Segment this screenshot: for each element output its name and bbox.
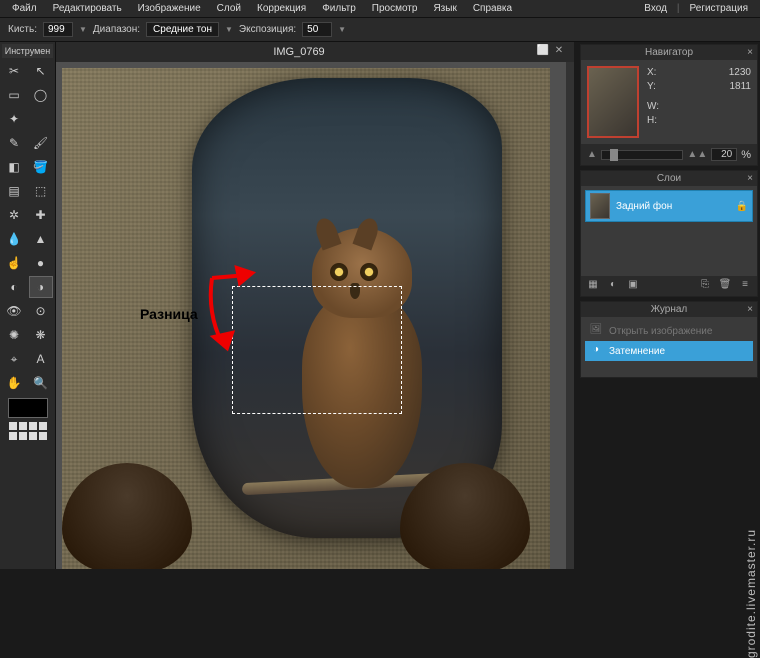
menu-adjust[interactable]: Коррекция — [249, 3, 314, 14]
layers-title[interactable]: Слои × — [581, 171, 757, 186]
image-icon: 🖼 — [589, 324, 603, 338]
tool-type[interactable]: A — [29, 348, 53, 370]
exposure-value[interactable]: 50 — [302, 22, 332, 37]
zoom-value[interactable]: 20 — [711, 148, 737, 161]
range-select[interactable]: Средние тон — [146, 22, 219, 37]
panels: Навигатор × X:1230 Y:1811 W: H: ▲ ▲▲ 20 … — [574, 42, 760, 569]
duplicate-icon[interactable]: ⎘ — [697, 279, 713, 293]
tool-marquee[interactable]: ▭ — [2, 84, 26, 106]
tool-hand[interactable]: ✋ — [2, 372, 26, 394]
new-layer-icon[interactable]: ▦ — [585, 279, 601, 293]
menu-view[interactable]: Просмотр — [364, 3, 426, 14]
history-item-burn[interactable]: ◑ Затемнение — [585, 341, 753, 361]
annotation-label: Разница — [140, 306, 198, 322]
layer-item-background[interactable]: Задний фон 🔒 — [585, 190, 753, 222]
chevron-down-icon[interactable]: ▼ — [79, 25, 87, 34]
menu-icon[interactable]: ≡ — [737, 279, 753, 293]
history-item-open[interactable]: 🖼 Открыть изображение — [585, 321, 753, 341]
tool-zoom[interactable]: 🔍 — [29, 372, 53, 394]
tool-eye[interactable]: 👁 — [2, 300, 26, 322]
tool-clone[interactable]: ⬚ — [29, 180, 53, 202]
tool-smudge[interactable]: ☝ — [2, 252, 26, 274]
menu-file[interactable]: Файл — [4, 3, 45, 14]
trash-icon[interactable]: 🗑 — [717, 279, 733, 293]
navigator-info: X:1230 Y:1811 W: H: — [647, 66, 751, 138]
tool-bloat[interactable]: ❋ — [29, 324, 53, 346]
tool-bucket[interactable]: 🪣 — [29, 156, 53, 178]
navigator-thumbnail[interactable] — [587, 66, 639, 138]
layer-thumbnail — [590, 193, 610, 219]
menubar: Файл Редактировать Изображение Слой Корр… — [0, 0, 760, 18]
zoom-slider[interactable] — [601, 150, 684, 160]
document-title: IMG_0769 — [273, 46, 324, 58]
close-icon[interactable]: × — [747, 304, 753, 315]
brush-size[interactable]: 999 — [43, 22, 73, 37]
navigator-panel: Навигатор × X:1230 Y:1811 W: H: ▲ ▲▲ 20 … — [580, 44, 758, 166]
menu-edit[interactable]: Редактировать — [45, 3, 130, 14]
tool-crop[interactable]: ✂ — [2, 60, 26, 82]
foreground-color[interactable] — [8, 398, 48, 418]
image: Разница — [62, 68, 550, 569]
menu-layer[interactable]: Слой — [209, 3, 249, 14]
annotation-arrow — [202, 263, 262, 353]
close-icon[interactable]: × — [747, 47, 753, 58]
tool-picker[interactable]: ⌖ — [2, 348, 26, 370]
scrollbar-vertical[interactable] — [566, 62, 574, 569]
tool-heal[interactable]: ✚ — [29, 204, 53, 226]
maximize-icon[interactable]: ⬜ — [536, 45, 550, 59]
layer-name: Задний фон — [616, 201, 730, 212]
tool-redeye[interactable]: ⊙ — [29, 300, 53, 322]
register-link[interactable]: Регистрация — [682, 3, 756, 14]
toolbox: Инструмен ✂↖▭◯✦✎🖌◧🪣▤⬚✲✚💧▲☝●◐◑👁⊙✺❋⌖A✋🔍 — [0, 42, 56, 569]
tool-blur[interactable]: 💧 — [2, 228, 26, 250]
history-panel: Журнал × 🖼 Открыть изображение ◑ Затемне… — [580, 301, 758, 378]
lock-icon[interactable]: 🔒 — [736, 201, 748, 212]
exposure-label: Экспозиция: — [239, 24, 296, 35]
tool-burn[interactable]: ◑ — [29, 276, 53, 298]
tool-sponge[interactable]: ● — [29, 252, 53, 274]
zoom-in-icon[interactable]: ▲▲ — [687, 149, 707, 160]
options-bar: Кисть: 999 ▼ Диапазон: Средние тон ▼ Экс… — [0, 18, 760, 42]
canvas-area: IMG_0769 ⬜ ✕ — [56, 42, 574, 569]
mask-icon[interactable]: ◐ — [605, 279, 621, 293]
tool-move[interactable]: ↖ — [29, 60, 53, 82]
tool-wand[interactable]: ✦ — [2, 108, 26, 130]
tool-lasso[interactable]: ◯ — [29, 84, 53, 106]
canvas[interactable]: Разница — [56, 62, 574, 569]
menu-help[interactable]: Справка — [465, 3, 520, 14]
tool-dodge[interactable]: ◐ — [2, 276, 26, 298]
menu-filter[interactable]: Фильтр — [314, 3, 364, 14]
tool-pencil[interactable]: ✎ — [2, 132, 26, 154]
close-icon[interactable]: × — [747, 173, 753, 184]
layers-footer: ▦ ◐ ▣ ⎘ 🗑 ≡ — [581, 276, 757, 296]
fx-icon[interactable]: ▣ — [625, 279, 641, 293]
sep: | — [675, 3, 682, 14]
tool-sharpen[interactable]: ▲ — [29, 228, 53, 250]
navigator-title[interactable]: Навигатор × — [581, 45, 757, 60]
login-link[interactable]: Вход — [636, 3, 675, 14]
brush-label: Кисть: — [8, 24, 37, 35]
layers-panel: Слои × Задний фон 🔒 ▦ ◐ ▣ ⎘ 🗑 ≡ — [580, 170, 758, 297]
toolbox-title: Инструмен — [2, 44, 53, 58]
tool-spot[interactable]: ✺ — [2, 324, 26, 346]
tool-stamp[interactable]: ✲ — [2, 204, 26, 226]
tool-blank1 — [29, 108, 53, 130]
tool-eraser[interactable]: ◧ — [2, 156, 26, 178]
close-icon[interactable]: ✕ — [552, 45, 566, 59]
document-titlebar[interactable]: IMG_0769 ⬜ ✕ — [56, 42, 574, 62]
history-title[interactable]: Журнал × — [581, 302, 757, 317]
chevron-down-icon[interactable]: ▼ — [225, 25, 233, 34]
menu-lang[interactable]: Язык — [425, 3, 464, 14]
tool-gradient[interactable]: ▤ — [2, 180, 26, 202]
percent-label: % — [741, 149, 751, 161]
watermark: grodite.livemaster.ru — [744, 529, 758, 658]
burn-icon: ◑ — [589, 344, 603, 358]
menu-image[interactable]: Изображение — [130, 3, 209, 14]
chevron-down-icon[interactable]: ▼ — [338, 25, 346, 34]
zoom-out-icon[interactable]: ▲ — [587, 149, 597, 160]
tool-brush[interactable]: 🖌 — [29, 132, 53, 154]
swatch-grid[interactable] — [9, 422, 47, 440]
range-label: Диапазон: — [93, 24, 140, 35]
